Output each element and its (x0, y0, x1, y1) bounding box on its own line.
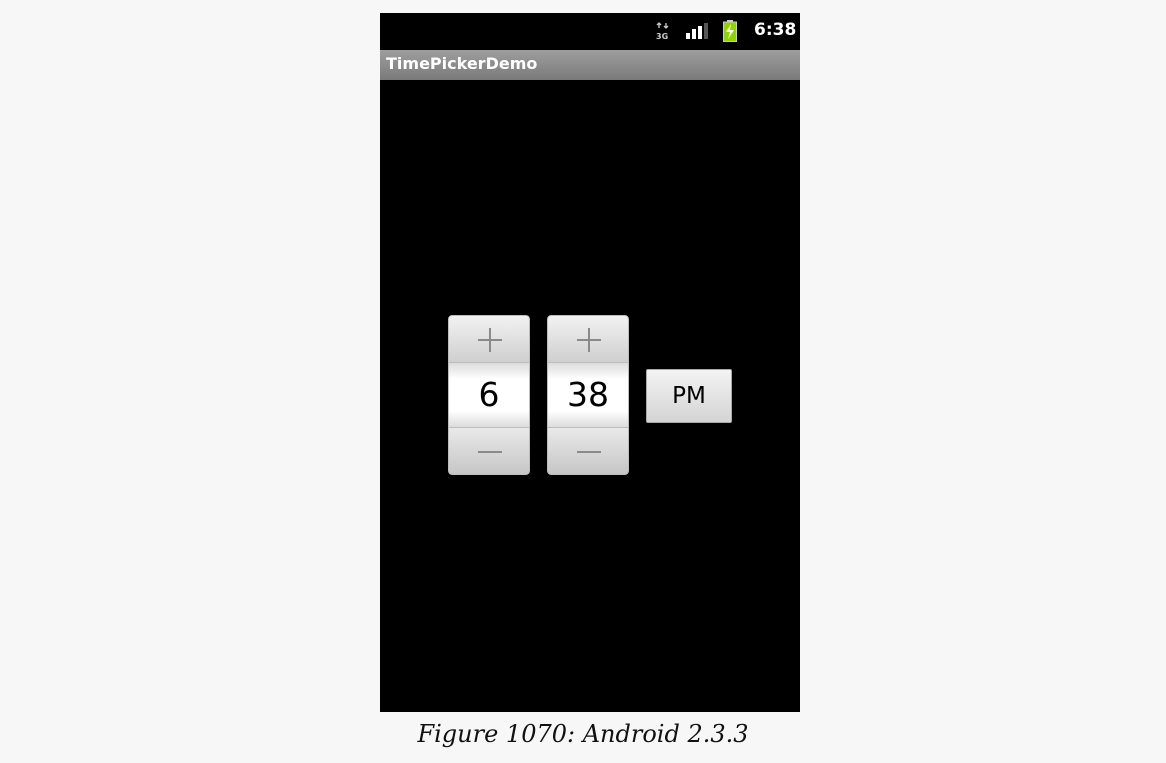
hour-picker: 6 (448, 315, 530, 475)
minute-value[interactable]: 38 (547, 363, 629, 427)
hour-decrement-button[interactable] (448, 427, 530, 475)
minus-icon (478, 451, 502, 453)
hour-increment-button[interactable] (448, 315, 530, 363)
app-title-bar: TimePickerDemo (380, 50, 800, 80)
page: 3G 6:38 TimePickerDemo 6 38 PM Figure 10… (0, 0, 1166, 763)
battery-charging-icon (723, 20, 737, 42)
figure-caption: Figure 1070: Android 2.3.3 (417, 720, 749, 748)
phone-screen: 3G 6:38 TimePickerDemo 6 38 PM (380, 13, 800, 712)
plus-icon (577, 328, 601, 352)
am-pm-toggle-button[interactable]: PM (646, 369, 732, 423)
minute-picker: 38 (547, 315, 629, 475)
3g-data-icon: 3G (656, 22, 669, 40)
status-bar: 3G 6:38 (380, 13, 800, 50)
plus-icon (478, 328, 502, 352)
minute-decrement-button[interactable] (547, 427, 629, 475)
hour-value[interactable]: 6 (448, 363, 530, 427)
status-time: 6:38 (754, 20, 797, 40)
minute-increment-button[interactable] (547, 315, 629, 363)
signal-strength-icon (686, 23, 708, 39)
app-title: TimePickerDemo (386, 54, 538, 73)
svg-text:3G: 3G (656, 32, 668, 40)
minus-icon (577, 451, 601, 453)
